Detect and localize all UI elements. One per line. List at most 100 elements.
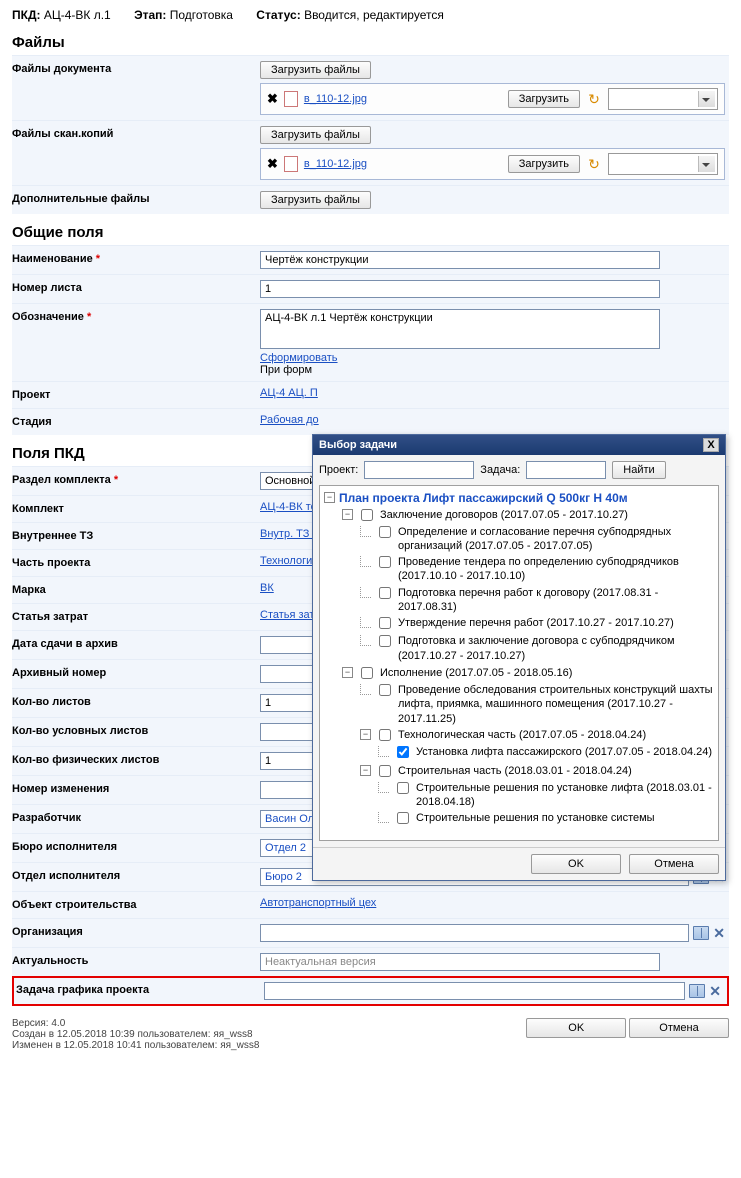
actuality-input	[260, 953, 660, 971]
upload-scan-files-button[interactable]: Загрузить файлы	[260, 126, 371, 144]
tree-node[interactable]: Подготовка и заключение договора с субпо…	[398, 634, 714, 663]
dialog-titlebar[interactable]: Выбор задачи X	[313, 435, 725, 455]
archive-num-label: Архивный номер	[12, 663, 260, 683]
tree-node[interactable]: Заключение договоров (2017.07.05 - 2017.…	[380, 508, 714, 522]
generate-link[interactable]: Сформировать	[260, 352, 338, 364]
tree-collapse-icon[interactable]: −	[360, 765, 371, 776]
task-tree[interactable]: − План проекта Лифт пассажирский Q 500кг…	[319, 485, 719, 841]
scan-file-link[interactable]: в_110-12.jpg	[304, 158, 367, 170]
cost-link[interactable]: Статья зат	[260, 609, 314, 621]
tree-node[interactable]: Проведение тендера по определению субпод…	[398, 555, 714, 584]
clear-icon[interactable]: ✕	[713, 925, 725, 942]
stage-label: Этап:	[134, 8, 166, 22]
tree-checkbox[interactable]	[379, 729, 391, 741]
task-clear-icon[interactable]: ✕	[709, 983, 721, 1000]
tree-collapse-icon[interactable]: −	[324, 492, 335, 503]
tree-node[interactable]: Строительная часть (2018.03.01 - 2018.04…	[398, 764, 714, 778]
name-input[interactable]	[260, 251, 660, 269]
dialog-ok-button[interactable]: OK	[531, 854, 621, 874]
tree-checkbox[interactable]	[379, 556, 391, 568]
tree-checkbox[interactable]	[397, 782, 409, 794]
dialog-project-label: Проект:	[319, 464, 358, 476]
tree-node[interactable]: Утверждение перечня работ (2017.10.27 - …	[398, 616, 714, 630]
ok-button[interactable]: OK	[526, 1018, 626, 1038]
tree-checkbox[interactable]	[397, 746, 409, 758]
file-version-dropdown[interactable]	[608, 88, 718, 110]
tree-checkbox[interactable]	[379, 765, 391, 777]
tree-checkbox[interactable]	[379, 617, 391, 629]
tree-checkbox[interactable]	[397, 812, 409, 824]
modified-text: Изменен в 12.05.2018 10:41 пользователем…	[12, 1040, 259, 1051]
task-picker-dialog: Выбор задачи X Проект: Задача: Найти − П…	[312, 434, 726, 881]
build-obj-link[interactable]: Автотранспортный цех	[260, 897, 376, 909]
tz-label: Внутреннее ТЗ	[12, 526, 260, 546]
refresh-icon[interactable]: ↻	[586, 91, 602, 107]
upload-extra-files-button[interactable]: Загрузить файлы	[260, 191, 371, 209]
tree-checkbox[interactable]	[379, 635, 391, 647]
upload-single-button[interactable]: Загрузить	[508, 155, 580, 173]
dialog-task-input[interactable]	[526, 461, 606, 479]
lookup-icon[interactable]	[693, 926, 709, 940]
tree-node[interactable]: Исполнение (2017.07.05 - 2018.05.16)	[380, 666, 714, 680]
part-label: Часть проекта	[12, 553, 260, 573]
archive-date-label: Дата сдачи в архив	[12, 634, 260, 654]
org-label: Организация	[12, 922, 260, 942]
section-label: Раздел комплекта *	[12, 470, 260, 490]
designation-textarea[interactable]: АЦ-4-ВК л.1 Чертёж конструкции	[260, 309, 660, 349]
tree-node[interactable]: Строительные решения по установке лифта …	[416, 781, 714, 810]
tree-node[interactable]: Проведение обследования строительных кон…	[398, 683, 714, 726]
file-version-dropdown[interactable]	[608, 153, 718, 175]
brand-label: Марка	[12, 580, 260, 600]
tree-node[interactable]: Строительные решения по установке систем…	[416, 811, 714, 825]
tree-collapse-icon[interactable]: −	[342, 509, 353, 520]
tree-node[interactable]: Подготовка перечня работ к договору (201…	[398, 586, 714, 615]
scan-files-label: Файлы скан.копий	[12, 124, 260, 144]
sheet-input[interactable]	[260, 280, 660, 298]
refresh-icon[interactable]: ↻	[586, 156, 602, 172]
sheets-label: Кол-во листов	[12, 692, 260, 712]
set-link[interactable]: АЦ-4-ВК те	[260, 501, 317, 513]
tree-checkbox[interactable]	[379, 587, 391, 599]
brand-link[interactable]: ВК	[260, 582, 274, 594]
tree-leaf-icon	[360, 556, 371, 567]
name-label: Наименование *	[12, 249, 260, 269]
remove-file-icon[interactable]: ✖	[267, 156, 278, 172]
version-text: Версия: 4.0	[12, 1018, 259, 1029]
change-num-label: Номер изменения	[12, 779, 260, 799]
tree-checkbox[interactable]	[379, 684, 391, 696]
tree-checkbox[interactable]	[379, 526, 391, 538]
tree-collapse-icon[interactable]: −	[360, 729, 371, 740]
doc-file-link[interactable]: в_110-12.jpg	[304, 93, 367, 105]
dialog-task-label: Задача:	[480, 464, 520, 476]
stage-link[interactable]: Рабочая до	[260, 414, 319, 426]
tree-leaf-icon	[378, 812, 389, 823]
cancel-button[interactable]: Отмена	[629, 1018, 729, 1038]
tree-node[interactable]: Технологическая часть (2017.07.05 - 2018…	[398, 728, 714, 742]
tree-collapse-icon[interactable]: −	[342, 667, 353, 678]
upload-single-button[interactable]: Загрузить	[508, 90, 580, 108]
stage-value: Подготовка	[170, 8, 233, 22]
dialog-cancel-button[interactable]: Отмена	[629, 854, 719, 874]
sheet-label: Номер листа	[12, 278, 260, 298]
tree-checkbox[interactable]	[361, 509, 373, 521]
part-link[interactable]: Технологич	[260, 555, 318, 567]
remove-file-icon[interactable]: ✖	[267, 91, 278, 107]
dialog-find-button[interactable]: Найти	[612, 461, 665, 479]
tz-link[interactable]: Внутр. ТЗ 2	[260, 528, 319, 540]
task-input[interactable]	[264, 982, 685, 1000]
tree-checkbox[interactable]	[361, 667, 373, 679]
phys-sheets-label: Кол-во физических листов	[12, 750, 260, 770]
tree-root[interactable]: План проекта Лифт пассажирский Q 500кг H…	[339, 491, 714, 507]
footer: Версия: 4.0 Создан в 12.05.2018 10:39 по…	[12, 1018, 729, 1051]
files-section-title: Файлы	[12, 34, 729, 51]
org-input[interactable]	[260, 924, 689, 942]
dialog-project-input[interactable]	[364, 461, 474, 479]
upload-doc-files-button[interactable]: Загрузить файлы	[260, 61, 371, 79]
dialog-close-icon[interactable]: X	[703, 438, 719, 452]
project-link[interactable]: АЦ-4 АЦ. П	[260, 387, 318, 399]
set-label: Комплект	[12, 499, 260, 519]
tree-node[interactable]: Определение и согласование перечня субпо…	[398, 525, 714, 554]
exec-bureau-label: Бюро исполнителя	[12, 837, 260, 857]
task-lookup-icon[interactable]	[689, 984, 705, 998]
tree-node[interactable]: Установка лифта пассажирского (2017.07.0…	[416, 745, 714, 759]
